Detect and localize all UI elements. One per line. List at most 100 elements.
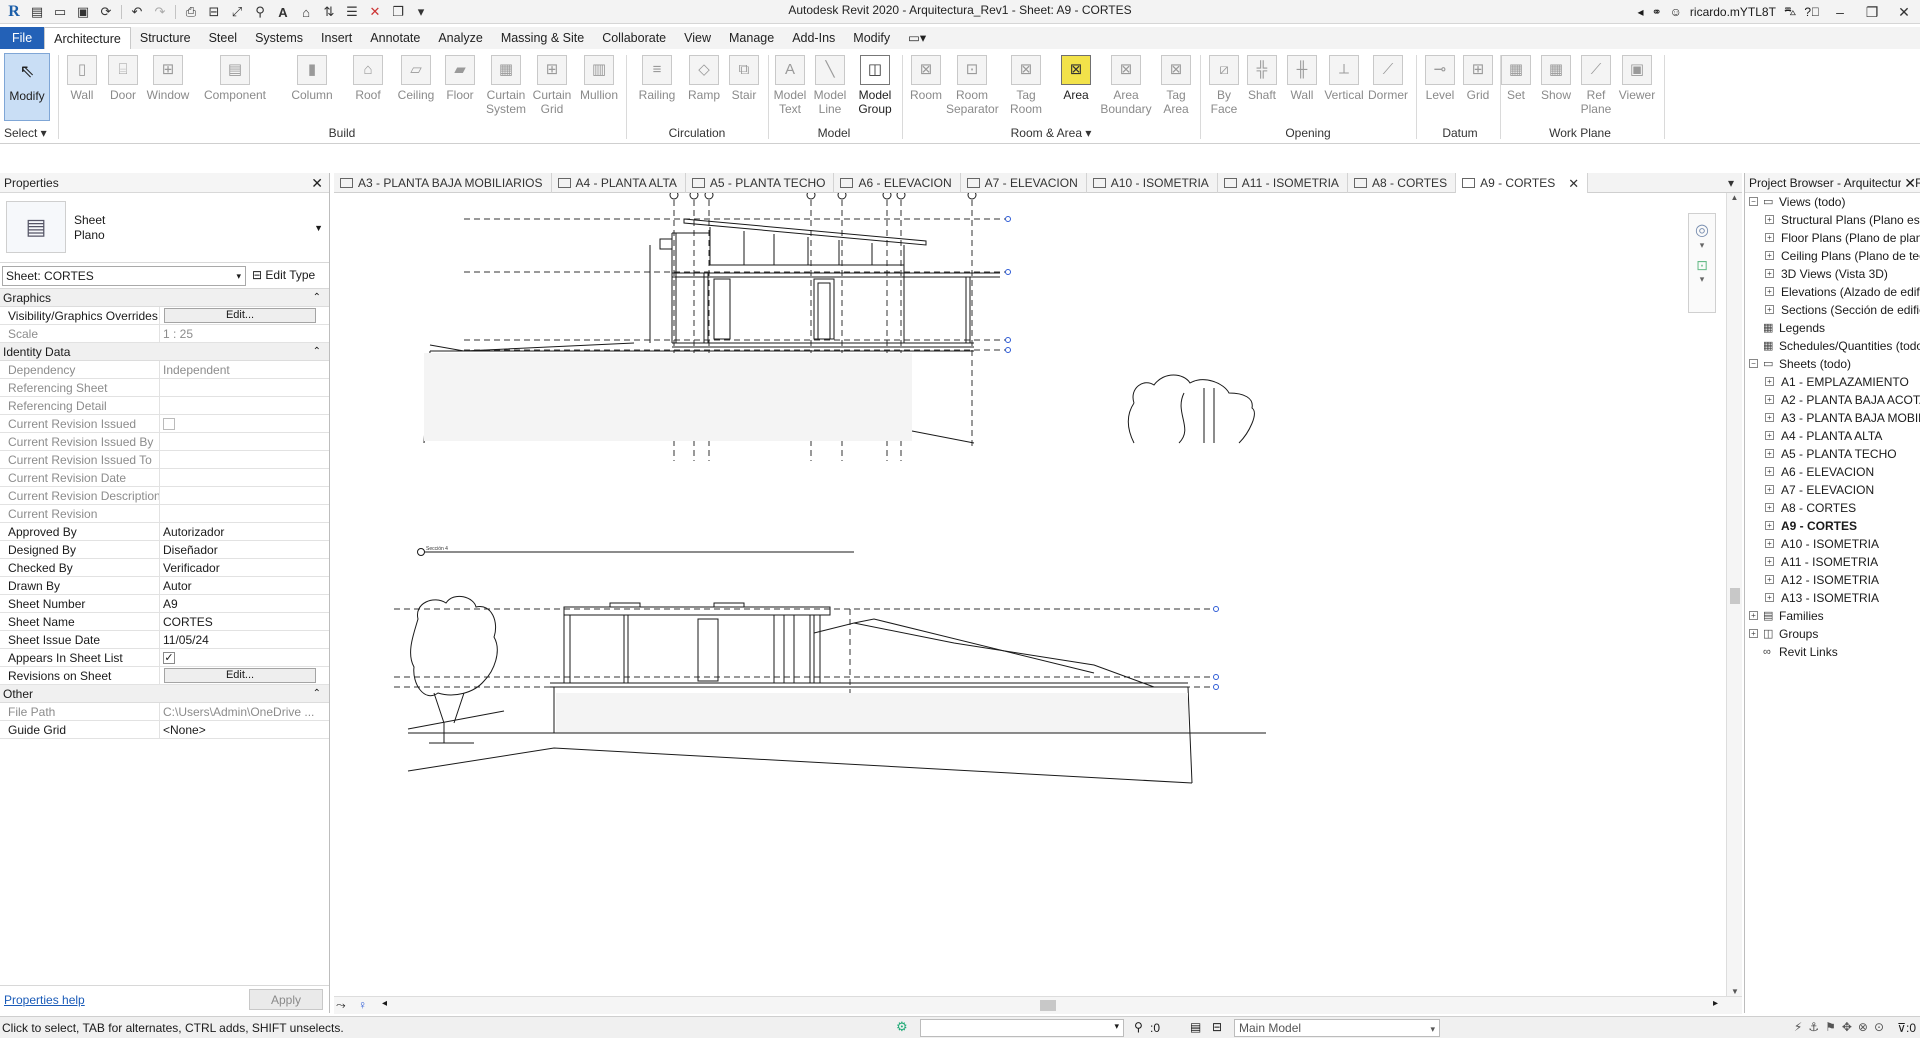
browser-node[interactable]: + A1 - EMPLAZAMIENTO <box>1745 373 1920 391</box>
expand-icon[interactable]: + <box>1765 269 1774 278</box>
minimize-button[interactable]: – <box>1828 4 1852 20</box>
browser-node[interactable]: + A13 - ISOMETRIA <box>1745 589 1920 607</box>
browser-node[interactable]: + A7 - ELEVACION <box>1745 481 1920 499</box>
close-hidden-icon[interactable]: ✕ <box>365 2 385 22</box>
tab-annotate[interactable]: Annotate <box>361 27 429 49</box>
browser-node[interactable]: − ▭ Views (todo) <box>1745 193 1920 211</box>
expand-icon[interactable]: + <box>1749 629 1758 638</box>
workset-selector[interactable]: ▾ <box>920 1019 1124 1037</box>
tab-view-a6[interactable]: A6 - ELEVACION <box>834 173 961 193</box>
worksharing-icon[interactable]: ⤳ <box>336 998 346 1013</box>
scroll-up-icon[interactable]: ▲ <box>1727 193 1742 202</box>
show-work-plane-button[interactable]: ▦ Show <box>1536 53 1576 125</box>
ramp-button[interactable]: ◇ Ramp <box>684 53 724 125</box>
group-graphics[interactable]: Graphics ⌃ <box>0 289 329 307</box>
expand-icon[interactable]: + <box>1765 305 1774 314</box>
editing-requests-icon[interactable]: ⚲ <box>1134 1020 1143 1034</box>
prop-row-checked-by[interactable]: Checked By Verificador <box>0 559 329 577</box>
tab-view[interactable]: View <box>675 27 720 49</box>
help-icon[interactable]: ?⃝ <box>1804 5 1820 19</box>
vertical-scroll-thumb[interactable] <box>1730 588 1740 604</box>
expand-icon[interactable]: + <box>1765 575 1774 584</box>
horizontal-scroll-thumb[interactable] <box>1040 1000 1056 1011</box>
selection-options-icons[interactable]: ⚡⚓⚑✥⊗⊙ <box>1794 1020 1890 1034</box>
window-button[interactable]: ⊞ Window <box>144 53 192 125</box>
browser-node[interactable]: ∞ Revit Links <box>1745 643 1920 661</box>
level-button[interactable]: ⊸ Level <box>1420 53 1460 125</box>
measure-icon[interactable]: ⊟ <box>204 2 224 22</box>
expand-icon[interactable]: + <box>1765 467 1774 476</box>
chevron-down-icon[interactable]: ▾ <box>1689 274 1715 285</box>
infocenter-expand-icon[interactable]: ◂ <box>1638 5 1644 19</box>
browser-node[interactable]: + A8 - CORTES <box>1745 499 1920 517</box>
curtain-grid-button[interactable]: ⊞ Curtain Grid <box>530 53 574 125</box>
area-boundary-button[interactable]: ⊠ Area Boundary <box>1100 53 1152 125</box>
zoom-icon[interactable]: ⊡ <box>1689 257 1715 274</box>
apply-button[interactable]: Apply <box>249 989 323 1010</box>
switch-windows-icon[interactable]: ❐ <box>388 2 408 22</box>
design-options-icon[interactable]: ▤ <box>1190 1020 1201 1034</box>
visibility-edit-button[interactable]: Edit... <box>164 308 316 323</box>
design-options-icon-2[interactable]: ⊟ <box>1212 1020 1222 1034</box>
expand-icon[interactable]: + <box>1765 215 1774 224</box>
customize-qat-icon[interactable]: ▾ <box>411 2 431 22</box>
expand-icon[interactable]: + <box>1765 485 1774 494</box>
set-work-plane-button[interactable]: ▦ Set <box>1496 53 1536 125</box>
chevron-down-icon[interactable]: ▾ <box>1689 240 1715 251</box>
prop-row-drawn-by[interactable]: Drawn By Autor <box>0 577 329 595</box>
browser-node[interactable]: + A9 - CORTES <box>1745 517 1920 535</box>
group-identity-data[interactable]: Identity Data ⌃ <box>0 343 329 361</box>
tab-insert[interactable]: Insert <box>312 27 361 49</box>
tab-view-a8[interactable]: A8 - CORTES <box>1348 173 1457 193</box>
collapse-icon[interactable]: ⌃ <box>313 685 321 703</box>
scroll-right-icon[interactable]: ▸ <box>1713 998 1718 1009</box>
thin-lines-icon[interactable]: ☰ <box>342 2 362 22</box>
design-option-selector[interactable]: Main Model ▾ <box>1234 1019 1440 1037</box>
mullion-button[interactable]: ▥ Mullion <box>576 53 622 125</box>
filter-count[interactable]: ⊽:0 <box>1897 1021 1916 1035</box>
railing-button[interactable]: ≡ Railing <box>634 53 680 125</box>
scroll-left-icon[interactable]: ◂ <box>382 998 387 1009</box>
expand-icon[interactable]: + <box>1765 431 1774 440</box>
expand-icon[interactable]: + <box>1765 413 1774 422</box>
print-icon[interactable]: ⎙ <box>181 2 201 22</box>
prop-row-sheet-issue-date[interactable]: Sheet Issue Date 11/05/24 <box>0 631 329 649</box>
prop-row-guide-grid[interactable]: Guide Grid <None> <box>0 721 329 739</box>
browser-node[interactable]: + A10 - ISOMETRIA <box>1745 535 1920 553</box>
revit-logo-icon[interactable]: R <box>4 2 24 22</box>
shaft-button[interactable]: ╬ Shaft <box>1242 53 1282 125</box>
scroll-down-icon[interactable]: ▼ <box>1727 987 1743 996</box>
vertical-scrollbar[interactable]: ▲ ▼ <box>1726 193 1742 996</box>
browser-node[interactable]: +3D Views (Vista 3D) <box>1745 265 1920 283</box>
close-browser-icon[interactable]: ✕ <box>1901 173 1916 192</box>
vertical-opening-button[interactable]: ⟂ Vertical <box>1322 53 1366 125</box>
open-folder-icon[interactable]: ▭ <box>50 2 70 22</box>
tab-view-a11[interactable]: A11 - ISOMETRIA <box>1218 173 1348 193</box>
undo-icon[interactable]: ↶ <box>127 2 147 22</box>
model-line-button[interactable]: ╲ Model Line <box>810 53 850 125</box>
select-dropdown[interactable]: Select ▾ <box>4 126 54 140</box>
grid-button[interactable]: ⊞ Grid <box>1458 53 1498 125</box>
dormer-button[interactable]: ⟋ Dormer <box>1366 53 1410 125</box>
section-icon[interactable]: ⇅ <box>319 2 339 22</box>
ribbon-display-options-icon[interactable]: ▭▾ <box>899 27 935 49</box>
model-group-button[interactable]: ◫ Model Group <box>852 53 898 125</box>
close-tab-icon[interactable]: ✕ <box>1568 174 1579 193</box>
browser-node[interactable]: + A4 - PLANTA ALTA <box>1745 427 1920 445</box>
expand-icon[interactable]: + <box>1765 503 1774 512</box>
browser-node[interactable]: + ▤ Families <box>1745 607 1920 625</box>
area-button[interactable]: ⊠ Area <box>1056 53 1096 125</box>
room-button[interactable]: ⊠ Room <box>906 53 946 125</box>
tab-massing-site[interactable]: Massing & Site <box>492 27 593 49</box>
close-window-button[interactable]: ✕ <box>1892 4 1916 21</box>
properties-help-link[interactable]: Properties help <box>4 993 85 1007</box>
3d-view-icon[interactable]: ⌂ <box>296 2 316 22</box>
collapse-icon[interactable]: − <box>1749 197 1758 206</box>
tab-steel[interactable]: Steel <box>200 27 247 49</box>
collapse-icon[interactable]: ⌃ <box>313 289 321 307</box>
expand-icon[interactable]: + <box>1765 233 1774 242</box>
appears-in-sheet-list-checkbox[interactable]: ✓ <box>163 652 175 664</box>
tag-icon[interactable]: ⚲ <box>250 2 270 22</box>
browser-node[interactable]: − ▭ Sheets (todo) <box>1745 355 1920 373</box>
type-selector[interactable]: ▤ Sheet Plano ▼ <box>0 193 329 263</box>
